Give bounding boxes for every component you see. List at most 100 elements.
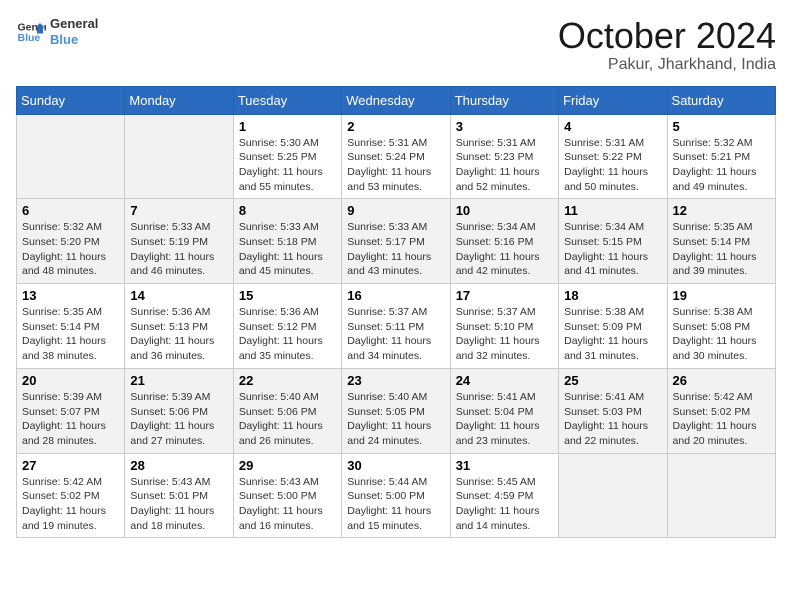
calendar-cell: 13 Sunrise: 5:35 AM Sunset: 5:14 PM Dayli… — [17, 284, 125, 369]
day-detail: Sunrise: 5:44 AM Sunset: 5:00 PM Dayligh… — [347, 475, 444, 534]
page-header: General Blue General Blue October 2024 P… — [16, 16, 776, 74]
day-number: 30 — [347, 458, 444, 473]
day-of-week-header: Wednesday — [342, 86, 450, 114]
calendar-cell: 15Sunrise: 5:36 AM Sunset: 5:12 PM Dayli… — [233, 284, 341, 369]
calendar-cell: 8 Sunrise: 5:33 AM Sunset: 5:18 PM Daylig… — [233, 199, 341, 284]
day-number: 23 — [347, 373, 444, 388]
calendar-cell: 3 Sunrise: 5:31 AM Sunset: 5:23 PM Daylig… — [450, 114, 558, 199]
month-title: October 2024 — [558, 16, 776, 56]
day-number: 2 — [347, 119, 444, 134]
day-of-week-header: Saturday — [667, 86, 775, 114]
day-detail: Sunrise: 5:40 AM Sunset: 5:05 PM Dayligh… — [347, 390, 444, 449]
calendar-cell: 31 Sunrise: 5:45 AM Sunset: 4:59 PM Dayli… — [450, 453, 558, 538]
calendar-cell: 26 Sunrise: 5:42 AM Sunset: 5:02 PM Dayli… — [667, 368, 775, 453]
calendar-cell: 12Sunrise: 5:35 AM Sunset: 5:14 PM Dayli… — [667, 199, 775, 284]
day-number: 27 — [22, 458, 119, 473]
calendar-header-row: SundayMondayTuesdayWednesdayThursdayFrid… — [17, 86, 776, 114]
day-detail: Sunrise: 5:45 AM Sunset: 4:59 PM Dayligh… — [456, 475, 553, 534]
day-detail: Sunrise: 5:36 AM Sunset: 5:13 PM Dayligh… — [130, 305, 227, 364]
calendar-cell: 9 Sunrise: 5:33 AM Sunset: 5:17 PM Daylig… — [342, 199, 450, 284]
day-detail: Sunrise: 5:39 AM Sunset: 5:07 PM Dayligh… — [22, 390, 119, 449]
calendar-cell: 2Sunrise: 5:31 AM Sunset: 5:24 PM Daylig… — [342, 114, 450, 199]
calendar-cell: 19 Sunrise: 5:38 AM Sunset: 5:08 PM Dayli… — [667, 284, 775, 369]
location: Pakur, Jharkhand, India — [558, 56, 776, 74]
day-detail: Sunrise: 5:34 AM Sunset: 5:16 PM Dayligh… — [456, 220, 553, 279]
calendar-cell: 24Sunrise: 5:41 AM Sunset: 5:04 PM Dayli… — [450, 368, 558, 453]
day-number: 26 — [673, 373, 770, 388]
logo-general: General — [50, 16, 98, 32]
day-number: 11 — [564, 203, 661, 218]
calendar-cell — [17, 114, 125, 199]
calendar-week-row: 6 Sunrise: 5:32 AM Sunset: 5:20 PM Daylig… — [17, 199, 776, 284]
svg-text:Blue: Blue — [18, 32, 41, 44]
calendar-table: SundayMondayTuesdayWednesdayThursdayFrid… — [16, 86, 776, 539]
calendar-cell: 11Sunrise: 5:34 AM Sunset: 5:15 PM Dayli… — [559, 199, 667, 284]
calendar-cell: 28Sunrise: 5:43 AM Sunset: 5:01 PM Dayli… — [125, 453, 233, 538]
logo-blue: Blue — [50, 32, 98, 48]
day-detail: Sunrise: 5:41 AM Sunset: 5:03 PM Dayligh… — [564, 390, 661, 449]
day-detail: Sunrise: 5:35 AM Sunset: 5:14 PM Dayligh… — [673, 220, 770, 279]
day-number: 20 — [22, 373, 119, 388]
day-detail: Sunrise: 5:37 AM Sunset: 5:11 PM Dayligh… — [347, 305, 444, 364]
day-number: 13 — [22, 288, 119, 303]
day-number: 25 — [564, 373, 661, 388]
day-detail: Sunrise: 5:37 AM Sunset: 5:10 PM Dayligh… — [456, 305, 553, 364]
calendar-body: 1 Sunrise: 5:30 AM Sunset: 5:25 PM Daylig… — [17, 114, 776, 538]
day-detail: Sunrise: 5:36 AM Sunset: 5:12 PM Dayligh… — [239, 305, 336, 364]
calendar-cell: 17 Sunrise: 5:37 AM Sunset: 5:10 PM Dayli… — [450, 284, 558, 369]
calendar-cell: 14 Sunrise: 5:36 AM Sunset: 5:13 PM Dayli… — [125, 284, 233, 369]
day-number: 8 — [239, 203, 336, 218]
calendar-cell: 30 Sunrise: 5:44 AM Sunset: 5:00 PM Dayli… — [342, 453, 450, 538]
day-number: 7 — [130, 203, 227, 218]
day-number: 17 — [456, 288, 553, 303]
calendar-cell — [559, 453, 667, 538]
calendar-cell: 16Sunrise: 5:37 AM Sunset: 5:11 PM Dayli… — [342, 284, 450, 369]
day-number: 29 — [239, 458, 336, 473]
day-detail: Sunrise: 5:43 AM Sunset: 5:01 PM Dayligh… — [130, 475, 227, 534]
calendar-cell: 21Sunrise: 5:39 AM Sunset: 5:06 PM Dayli… — [125, 368, 233, 453]
day-number: 5 — [673, 119, 770, 134]
logo: General Blue General Blue — [16, 16, 98, 47]
day-number: 1 — [239, 119, 336, 134]
calendar-week-row: 1 Sunrise: 5:30 AM Sunset: 5:25 PM Daylig… — [17, 114, 776, 199]
calendar-cell: 22Sunrise: 5:40 AM Sunset: 5:06 PM Dayli… — [233, 368, 341, 453]
calendar-week-row: 27 Sunrise: 5:42 AM Sunset: 5:02 PM Dayli… — [17, 453, 776, 538]
day-of-week-header: Sunday — [17, 86, 125, 114]
calendar-cell — [667, 453, 775, 538]
day-detail: Sunrise: 5:41 AM Sunset: 5:04 PM Dayligh… — [456, 390, 553, 449]
day-detail: Sunrise: 5:42 AM Sunset: 5:02 PM Dayligh… — [22, 475, 119, 534]
calendar-cell — [125, 114, 233, 199]
title-block: October 2024 Pakur, Jharkhand, India — [558, 16, 776, 74]
calendar-cell: 29Sunrise: 5:43 AM Sunset: 5:00 PM Dayli… — [233, 453, 341, 538]
day-number: 19 — [673, 288, 770, 303]
day-detail: Sunrise: 5:38 AM Sunset: 5:09 PM Dayligh… — [564, 305, 661, 364]
day-detail: Sunrise: 5:42 AM Sunset: 5:02 PM Dayligh… — [673, 390, 770, 449]
day-number: 14 — [130, 288, 227, 303]
day-detail: Sunrise: 5:32 AM Sunset: 5:20 PM Dayligh… — [22, 220, 119, 279]
day-number: 31 — [456, 458, 553, 473]
day-number: 3 — [456, 119, 553, 134]
day-detail: Sunrise: 5:33 AM Sunset: 5:17 PM Dayligh… — [347, 220, 444, 279]
day-number: 18 — [564, 288, 661, 303]
calendar-cell: 1 Sunrise: 5:30 AM Sunset: 5:25 PM Daylig… — [233, 114, 341, 199]
day-number: 9 — [347, 203, 444, 218]
calendar-cell: 4Sunrise: 5:31 AM Sunset: 5:22 PM Daylig… — [559, 114, 667, 199]
day-number: 6 — [22, 203, 119, 218]
day-detail: Sunrise: 5:33 AM Sunset: 5:18 PM Dayligh… — [239, 220, 336, 279]
day-detail: Sunrise: 5:30 AM Sunset: 5:25 PM Dayligh… — [239, 136, 336, 195]
day-number: 22 — [239, 373, 336, 388]
day-number: 4 — [564, 119, 661, 134]
day-detail: Sunrise: 5:31 AM Sunset: 5:23 PM Dayligh… — [456, 136, 553, 195]
day-number: 10 — [456, 203, 553, 218]
day-detail: Sunrise: 5:35 AM Sunset: 5:14 PM Dayligh… — [22, 305, 119, 364]
calendar-cell: 6 Sunrise: 5:32 AM Sunset: 5:20 PM Daylig… — [17, 199, 125, 284]
day-detail: Sunrise: 5:33 AM Sunset: 5:19 PM Dayligh… — [130, 220, 227, 279]
calendar-cell: 5 Sunrise: 5:32 AM Sunset: 5:21 PM Daylig… — [667, 114, 775, 199]
calendar-cell: 18 Sunrise: 5:38 AM Sunset: 5:09 PM Dayli… — [559, 284, 667, 369]
day-detail: Sunrise: 5:32 AM Sunset: 5:21 PM Dayligh… — [673, 136, 770, 195]
calendar-cell: 7 Sunrise: 5:33 AM Sunset: 5:19 PM Daylig… — [125, 199, 233, 284]
calendar-cell: 10 Sunrise: 5:34 AM Sunset: 5:16 PM Dayli… — [450, 199, 558, 284]
day-detail: Sunrise: 5:38 AM Sunset: 5:08 PM Dayligh… — [673, 305, 770, 364]
day-of-week-header: Thursday — [450, 86, 558, 114]
day-of-week-header: Tuesday — [233, 86, 341, 114]
